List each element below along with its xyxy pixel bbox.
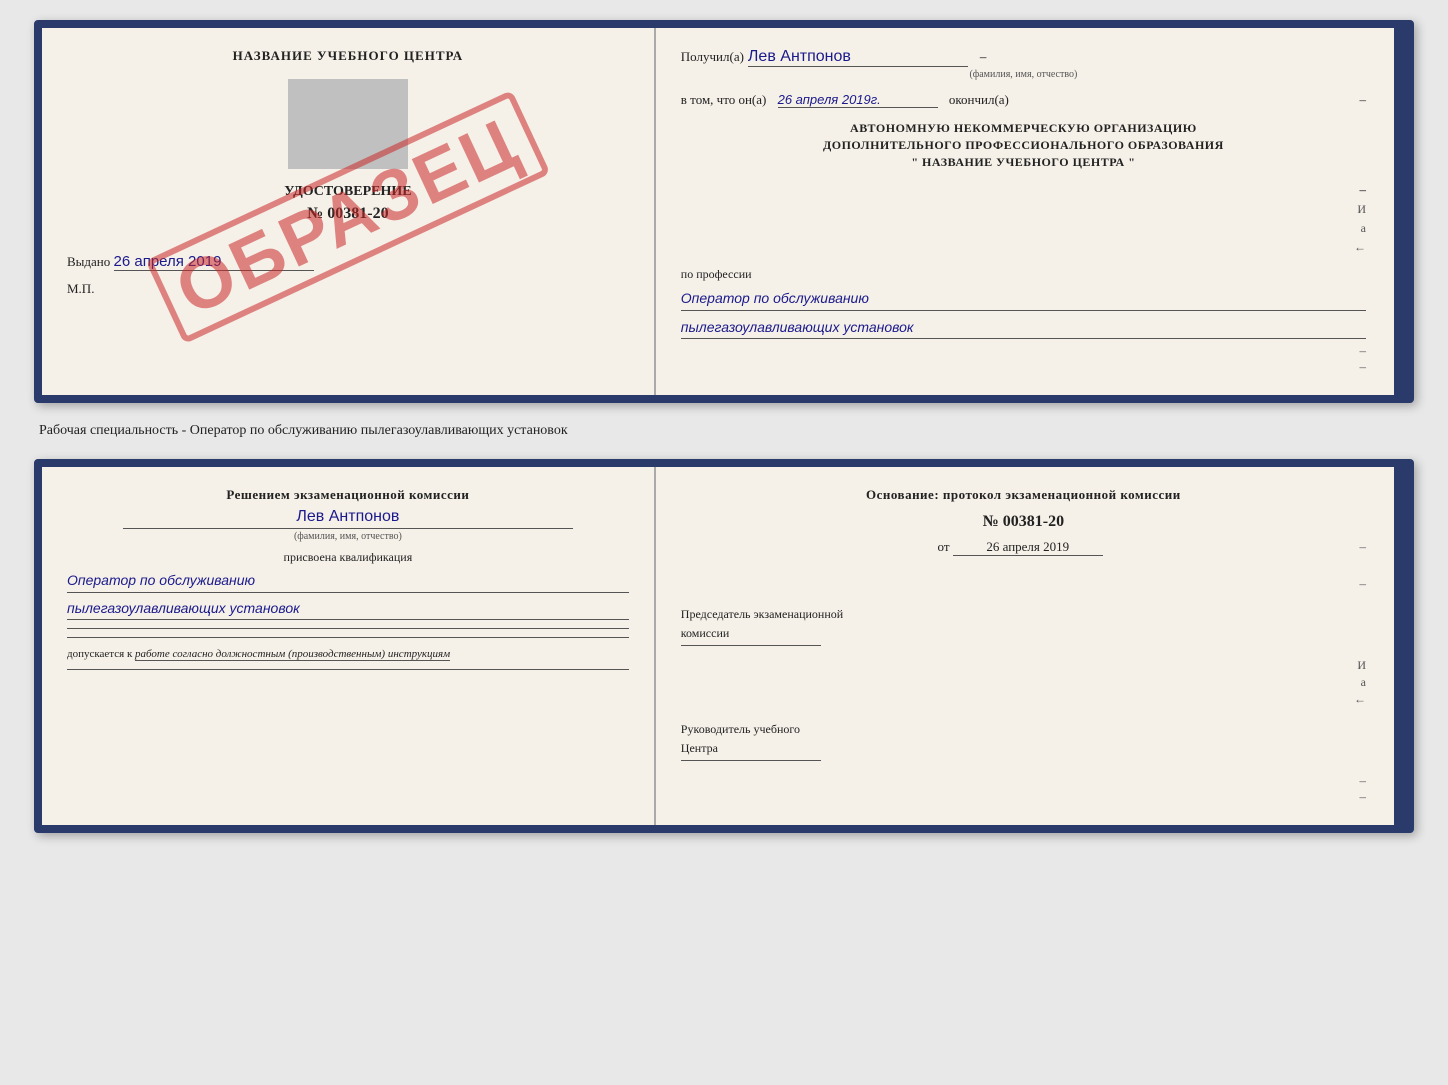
issued-label: Выдано: [67, 254, 110, 269]
person-name-top: Лев Антпонов: [748, 48, 968, 67]
right-b-и: И: [1357, 658, 1366, 673]
cert-number: № 00381-20: [67, 205, 629, 223]
qual-line-1: Оператор по обслуживанию: [67, 569, 629, 592]
right-b-arrow: ←: [1354, 692, 1366, 707]
chairman-sig-line: [681, 645, 821, 646]
dash-2: –: [1359, 92, 1366, 108]
received-label: Получил(а): [681, 49, 744, 64]
from-label: от: [938, 539, 950, 554]
head-sig-line: [681, 760, 821, 761]
right-side-а: а: [1361, 221, 1366, 236]
blank-line-1: [67, 628, 629, 629]
profession-line-2-top: пылегазоулавливающих установок: [681, 316, 1366, 339]
bottom-document: Решением экзаменационной комиссии Лев Ан…: [34, 459, 1414, 833]
person-name-bottom: Лев Антпонов: [67, 508, 629, 526]
page-container: НАЗВАНИЕ УЧЕБНОГО ЦЕНТРА УДОСТОВЕРЕНИЕ №…: [34, 20, 1414, 833]
dash-1: –: [980, 49, 987, 64]
head-label-2: Центра: [681, 741, 1366, 756]
cert-title: УДОСТОВЕРЕНИЕ: [67, 184, 629, 200]
chairman-label-1: Председатель экзаменационной: [681, 607, 1366, 622]
fio-caption-bottom: (фамилия, имя, отчество): [67, 531, 629, 542]
issued-date: Выдано 26 апреля 2019: [67, 253, 629, 271]
top-school-name: НАЗВАНИЕ УЧЕБНОГО ЦЕНТРА: [67, 48, 629, 64]
blank-line-3: [67, 669, 629, 670]
from-date-value: 26 апреля 2019: [953, 539, 1103, 556]
dash-b2: –: [1359, 576, 1366, 592]
org-block: АВТОНОМНУЮ НЕКОММЕРЧЕСКУЮ ОРГАНИЗАЦИЮ ДО…: [681, 120, 1366, 170]
from-date-block: от 26 апреля 2019 –: [681, 539, 1366, 556]
profession-label-top: по профессии: [681, 267, 1366, 282]
bottom-doc-right: Основание: протокол экзаменационной коми…: [656, 467, 1406, 825]
right-border-bar-bottom: [1394, 467, 1406, 825]
chairman-block: Председатель экзаменационной комиссии: [681, 607, 1366, 646]
top-doc-right: Получил(а) Лев Антпонов – (фамилия, имя,…: [656, 28, 1406, 395]
org-line-1: АВТОНОМНУЮ НЕКОММЕРЧЕСКУЮ ОРГАНИЗАЦИЮ: [681, 120, 1366, 137]
osnovaniye-text: Основание: протокол экзаменационной коми…: [681, 487, 1366, 503]
bottom-doc-left: Решением экзаменационной комиссии Лев Ан…: [42, 467, 656, 825]
fio-caption-top: (фамилия, имя, отчество): [681, 69, 1366, 80]
допускается-block: допускается к работе согласно должностны…: [67, 648, 629, 661]
dash-3: –: [1359, 182, 1366, 198]
dash-b3: –: [1359, 773, 1366, 789]
received-block: Получил(а) Лев Антпонов – (фамилия, имя,…: [681, 48, 1366, 80]
right-b-а: а: [1361, 675, 1366, 690]
dash-4: –: [1359, 343, 1366, 359]
completed-date: 26 апреля 2019г.: [778, 92, 938, 108]
decision-text: Решением экзаменационной комиссии: [67, 487, 629, 503]
org-line-3: " НАЗВАНИЕ УЧЕБНОГО ЦЕНТРА ": [681, 154, 1366, 171]
top-doc-left: НАЗВАНИЕ УЧЕБНОГО ЦЕНТРА УДОСТОВЕРЕНИЕ №…: [42, 28, 656, 395]
blank-line-2: [67, 637, 629, 638]
допускается-label: допускается к: [67, 648, 132, 660]
head-label-1: Руководитель учебного: [681, 722, 1366, 737]
in-that-label: в том, что он(а): [681, 92, 767, 107]
mp-label: М.П.: [67, 281, 629, 297]
right-side-и: И: [1357, 202, 1366, 217]
middle-text: Рабочая специальность - Оператор по обсл…: [34, 415, 1414, 447]
head-block: Руководитель учебного Центра: [681, 722, 1366, 761]
dash-5: –: [1359, 359, 1366, 375]
photo-placeholder: [288, 79, 408, 169]
qual-line-2: пылегазоулавливающих установок: [67, 597, 629, 620]
issued-date-value: 26 апреля 2019: [114, 253, 314, 271]
name-underline: [123, 528, 572, 529]
profession-line-1-top: Оператор по обслуживанию: [681, 287, 1366, 310]
dash-b1: –: [1359, 539, 1366, 555]
org-line-2: ДОПОЛНИТЕЛЬНОГО ПРОФЕССИОНАЛЬНОГО ОБРАЗО…: [681, 137, 1366, 154]
right-side-arrow: ←: [1354, 240, 1366, 255]
date-line-top: в том, что он(а) 26 апреля 2019г. окончи…: [681, 92, 1366, 108]
top-document: НАЗВАНИЕ УЧЕБНОГО ЦЕНТРА УДОСТОВЕРЕНИЕ №…: [34, 20, 1414, 403]
dash-b4: –: [1359, 789, 1366, 805]
допускается-value: работе согласно должностным (производств…: [135, 648, 450, 661]
chairman-label-2: комиссии: [681, 626, 1366, 641]
qual-label: присвоена квалификация: [67, 550, 629, 565]
protocol-number: № 00381-20: [681, 513, 1366, 531]
right-border-bar: [1394, 28, 1406, 395]
completed-label: окончил(а): [949, 92, 1009, 107]
